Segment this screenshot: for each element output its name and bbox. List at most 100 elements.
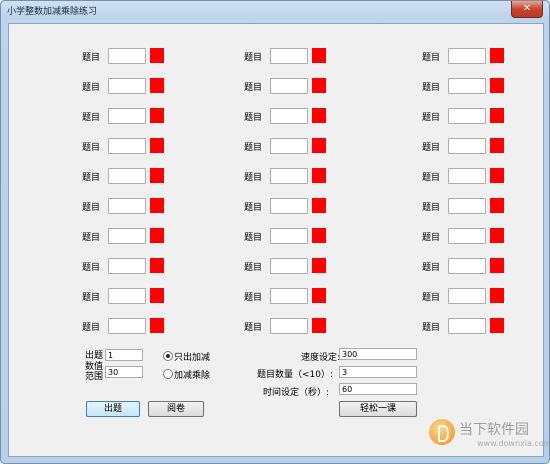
answer-input[interactable] xyxy=(448,288,486,304)
generate-button[interactable]: 出题 xyxy=(86,401,140,417)
answer-input[interactable] xyxy=(108,108,146,124)
question-label: 题目 xyxy=(422,203,441,213)
question-item: 题目 xyxy=(82,48,202,64)
question-item: 题目 xyxy=(422,48,542,64)
question-item: 题目 xyxy=(244,288,364,304)
question-label: 题目 xyxy=(422,263,441,273)
answer-input[interactable] xyxy=(448,108,486,124)
time-input[interactable]: 60 xyxy=(339,383,417,395)
answer-input[interactable] xyxy=(270,318,308,334)
question-label: 题目 xyxy=(82,233,101,243)
question-item: 题目 xyxy=(82,318,202,334)
range-min-input[interactable]: 1 xyxy=(105,349,143,361)
question-item: 题目 xyxy=(82,288,202,304)
answer-input[interactable] xyxy=(108,48,146,64)
answer-input[interactable] xyxy=(108,228,146,244)
question-item: 题目 xyxy=(82,108,202,124)
question-item: 题目 xyxy=(422,228,542,244)
range-max-input[interactable]: 30 xyxy=(105,366,143,378)
question-label: 题目 xyxy=(244,203,263,213)
answer-input[interactable] xyxy=(270,228,308,244)
app-window: 小学整数加减乘除练习 ✕ 题目 题目 题目 题目 题目 题目 题目 题目 题目 题目 题目 题目 题目题… xyxy=(0,0,550,464)
result-indicator xyxy=(490,288,504,303)
answer-input[interactable] xyxy=(270,138,308,154)
question-item: 题目 xyxy=(244,108,364,124)
result-indicator xyxy=(150,198,164,213)
relax-lesson-button[interactable]: 轻松一课 xyxy=(339,401,417,417)
question-label: 题目 xyxy=(82,203,101,213)
answer-input[interactable] xyxy=(108,288,146,304)
radio-all-ops[interactable] xyxy=(163,369,173,379)
question-label: 题目 xyxy=(244,293,263,303)
result-indicator xyxy=(150,318,164,333)
speed-input[interactable]: 300 xyxy=(339,348,417,360)
question-label: 题目 xyxy=(244,233,263,243)
answer-input[interactable] xyxy=(270,108,308,124)
question-label: 题目 xyxy=(82,53,101,63)
answer-input[interactable] xyxy=(270,78,308,94)
question-item: 题目 xyxy=(422,138,542,154)
answer-input[interactable] xyxy=(108,318,146,334)
question-item: 题目 xyxy=(422,318,542,334)
time-label: 时间设定（秒）: xyxy=(263,388,330,398)
result-indicator xyxy=(490,48,504,63)
speed-label: 速度设定: xyxy=(301,353,341,363)
answer-input[interactable] xyxy=(448,168,486,184)
answer-input[interactable] xyxy=(270,288,308,304)
answer-input[interactable] xyxy=(270,198,308,214)
question-label: 题目 xyxy=(422,173,441,183)
range-label-line3: 范围 xyxy=(85,372,104,382)
client-area: 题目 题目 题目 题目 题目 题目 题目 题目 题目 题目 题目 题目 题目 题目 题目 题目 题目 题目 题目 题目… xyxy=(8,23,544,457)
question-label: 题目 xyxy=(82,83,101,93)
answer-input[interactable] xyxy=(108,138,146,154)
question-label: 题目 xyxy=(422,83,441,93)
answer-input[interactable] xyxy=(270,168,308,184)
watermark-url: www.downxia.com xyxy=(477,439,550,448)
question-item: 题目 xyxy=(422,288,542,304)
question-item: 题目 xyxy=(422,258,542,274)
question-label: 题目 xyxy=(82,323,101,333)
window-title: 小学整数加减乘除练习 xyxy=(7,7,98,17)
answer-input[interactable] xyxy=(448,138,486,154)
result-indicator xyxy=(312,168,326,183)
question-item: 题目 xyxy=(82,228,202,244)
question-label: 题目 xyxy=(244,53,263,63)
result-indicator xyxy=(150,228,164,243)
answer-input[interactable] xyxy=(270,48,308,64)
result-indicator xyxy=(312,318,326,333)
question-item: 题目 xyxy=(244,78,364,94)
result-indicator xyxy=(150,108,164,123)
answer-input[interactable] xyxy=(108,258,146,274)
answer-input[interactable] xyxy=(108,198,146,214)
question-label: 题目 xyxy=(82,113,101,123)
question-item: 题目 xyxy=(244,168,364,184)
question-item: 题目 xyxy=(82,198,202,214)
answer-input[interactable] xyxy=(270,258,308,274)
question-label: 题目 xyxy=(244,83,263,93)
result-indicator xyxy=(490,108,504,123)
answer-input[interactable] xyxy=(448,78,486,94)
answer-input[interactable] xyxy=(448,48,486,64)
answer-input[interactable] xyxy=(448,318,486,334)
question-label: 题目 xyxy=(82,263,101,273)
question-item: 题目 xyxy=(82,138,202,154)
answer-input[interactable] xyxy=(108,78,146,94)
result-indicator xyxy=(312,198,326,213)
result-indicator xyxy=(312,138,326,153)
question-item: 题目 xyxy=(244,258,364,274)
result-indicator xyxy=(312,288,326,303)
radio-add-sub[interactable] xyxy=(163,351,173,361)
result-indicator xyxy=(150,138,164,153)
answer-input[interactable] xyxy=(448,198,486,214)
radio-all-ops-label: 加减乘除 xyxy=(174,371,211,381)
close-icon[interactable]: ✕ xyxy=(511,1,543,18)
count-input[interactable]: 3 xyxy=(339,366,417,378)
answer-input[interactable] xyxy=(108,168,146,184)
result-indicator xyxy=(490,78,504,93)
result-indicator xyxy=(312,228,326,243)
answer-input[interactable] xyxy=(448,258,486,274)
answer-input[interactable] xyxy=(448,228,486,244)
question-label: 题目 xyxy=(82,173,101,183)
question-label: 题目 xyxy=(244,323,263,333)
grade-button[interactable]: 阅卷 xyxy=(148,401,204,417)
